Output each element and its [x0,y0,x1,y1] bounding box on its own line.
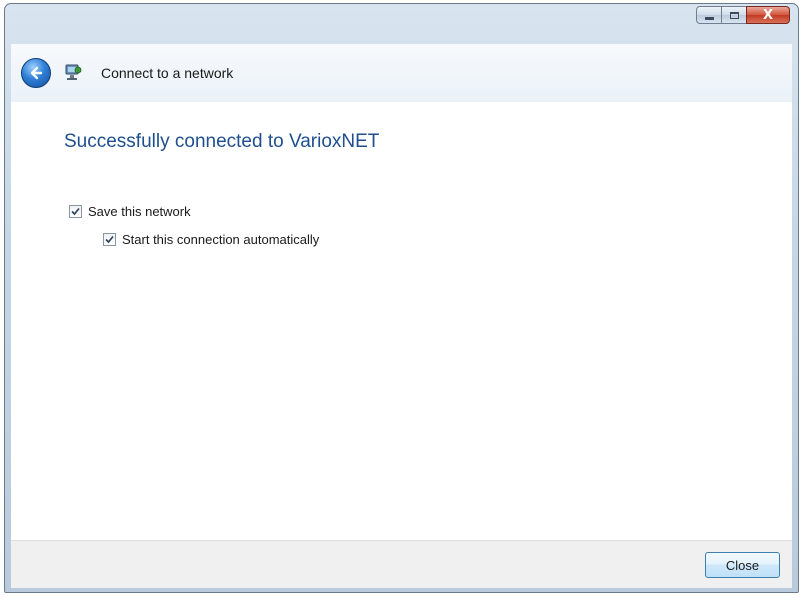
window-close-button[interactable]: X [746,6,790,24]
page-title: Connect to a network [101,65,234,81]
save-network-option[interactable]: Save this network [69,204,191,219]
checkmark-icon [105,235,114,244]
save-network-label: Save this network [88,204,191,219]
checkmark-icon [71,207,80,216]
caption-buttons: X [696,6,790,24]
dialog-footer: Close [11,540,792,588]
dialog-window: X Connect to a network Successfully conn… [4,3,799,593]
close-button[interactable]: Close [705,552,780,578]
wizard-header: Connect to a network [11,44,792,102]
minimize-button[interactable] [696,6,722,24]
auto-connect-option[interactable]: Start this connection automatically [103,232,319,247]
content-area: Successfully connected to VarioxNET Save… [11,102,792,540]
close-icon: X [762,7,774,23]
back-button[interactable] [21,58,51,88]
back-arrow-icon [30,66,43,80]
maximize-icon [729,11,739,19]
status-heading: Successfully connected to VarioxNET [64,131,380,152]
auto-connect-label: Start this connection automatically [122,232,320,247]
maximize-button[interactable] [721,6,747,24]
network-icon [63,63,83,83]
auto-connect-checkbox[interactable] [103,233,116,246]
save-network-checkbox[interactable] [69,205,82,218]
title-bar[interactable]: X [5,4,798,44]
minimize-icon [704,16,714,20]
